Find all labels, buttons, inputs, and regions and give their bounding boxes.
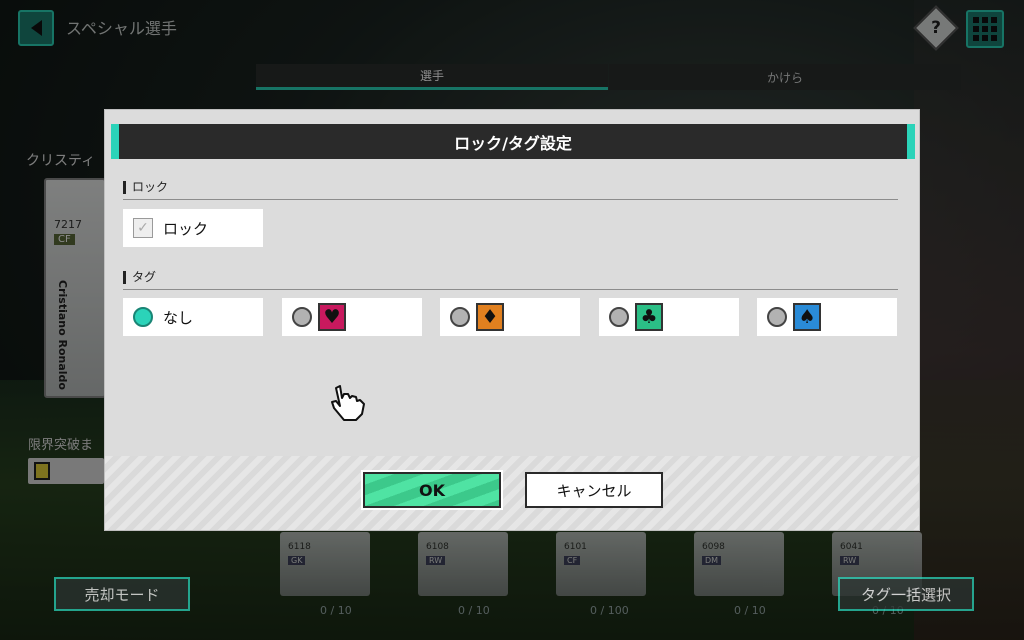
cancel-button[interactable]: キャンセル — [525, 472, 663, 508]
divider — [123, 289, 898, 290]
radio-selected-icon[interactable] — [133, 307, 153, 327]
radio-icon[interactable] — [609, 307, 629, 327]
lock-checkbox-label: ロック — [163, 219, 209, 238]
pointer-hand-icon — [331, 385, 365, 421]
checkbox-icon[interactable]: ✓ — [133, 218, 153, 238]
lock-tag-dialog: ロック/タグ設定 ロック ✓ ロック タグ なし ♥ ♦ ♣ ♠ OK キャンセ… — [104, 109, 920, 531]
tag-option-heart[interactable]: ♥ — [282, 298, 422, 336]
lock-checkbox-option[interactable]: ✓ ロック — [123, 209, 263, 247]
tag-option-club[interactable]: ♣ — [599, 298, 739, 336]
spade-icon: ♠ — [793, 303, 821, 331]
tag-bulk-select-button[interactable]: タグ一括選択 — [838, 577, 974, 611]
dialog-footer: OK キャンセル — [105, 456, 919, 530]
tag-option-diamond[interactable]: ♦ — [440, 298, 580, 336]
heart-icon: ♥ — [318, 303, 346, 331]
sell-mode-button[interactable]: 売却モード — [54, 577, 190, 611]
dialog-title: ロック/タグ設定 — [111, 124, 915, 159]
diamond-icon: ♦ — [476, 303, 504, 331]
tag-option-spade[interactable]: ♠ — [757, 298, 897, 336]
radio-icon[interactable] — [767, 307, 787, 327]
divider — [123, 199, 898, 200]
radio-icon[interactable] — [450, 307, 470, 327]
tag-option-none[interactable]: なし — [123, 298, 263, 336]
club-icon: ♣ — [635, 303, 663, 331]
tag-section-label: タグ — [123, 271, 156, 284]
lock-section-label: ロック — [123, 181, 168, 194]
ok-button[interactable]: OK — [361, 470, 503, 510]
tag-option-label: なし — [163, 308, 194, 327]
radio-icon[interactable] — [292, 307, 312, 327]
